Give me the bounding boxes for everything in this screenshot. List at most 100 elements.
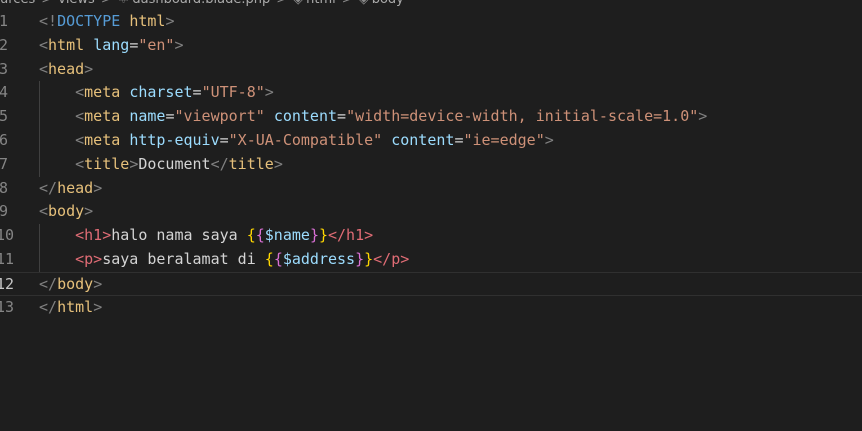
code-token: <h1> (75, 226, 112, 245)
code-token: { (255, 226, 265, 245)
code-token: meta (84, 130, 121, 149)
code-token: charset (129, 83, 193, 102)
code-token: } (355, 249, 365, 268)
code-token: content (391, 130, 455, 149)
code-lines[interactable]: 1 <!DOCTYPE html> 2 <html lang="en"> 3 <head>… (0, 10, 862, 319)
code-token: } (318, 226, 328, 245)
code-token: title (84, 154, 130, 173)
code-token: <p> (75, 249, 103, 268)
code-token: = (337, 107, 347, 126)
code-content: <h1>halo nama saya {{$name}}</h1> (39, 224, 373, 248)
line-number: 5 (0, 107, 8, 126)
code-token: > (84, 59, 94, 78)
line-number: 11 (0, 249, 15, 268)
code-token: "viewport" (174, 107, 265, 126)
code-token: < (75, 83, 85, 102)
code-token: "X-UA-Compatible" (228, 130, 383, 149)
code-line[interactable]: 10 <h1>halo nama saya {{$name}}</h1> (0, 224, 862, 248)
code-token: < (75, 107, 85, 126)
code-token: > (698, 107, 708, 126)
code-token: </ (39, 297, 58, 316)
code-line[interactable]: 5 <meta name="viewport" content="width=d… (0, 105, 862, 129)
code-token: body (57, 274, 94, 293)
code-token: "UTF-8" (201, 83, 265, 102)
code-content: <body> (39, 200, 93, 224)
code-content: <head> (39, 58, 93, 82)
code-content: <p>saya beralamat di {{$address}}</p> (39, 248, 409, 272)
code-token: > (93, 178, 103, 197)
code-content: <meta http-equiv="X-UA-Compatible" conte… (39, 129, 554, 153)
breadcrumb-item[interactable]: urces (0, 0, 35, 7)
code-line[interactable]: 12 </body> (0, 271, 862, 297)
symbol-structure-icon: ◈ (293, 0, 303, 7)
code-token: </ (210, 154, 229, 173)
code-content: <meta charset="UTF-8"> (39, 81, 274, 105)
code-line[interactable]: 1 <!DOCTYPE html> (0, 10, 862, 34)
code-token: <! (39, 12, 58, 30)
code-token: > (264, 83, 274, 102)
breadcrumb-item[interactable]: html (306, 0, 336, 7)
code-editor[interactable]: urces>views>⚛dashboard.blade.php>◈html>◈… (0, 0, 862, 431)
code-token: > (544, 130, 554, 149)
line-number: 9 (0, 202, 8, 221)
code-token: meta (84, 83, 121, 102)
code-token: name (129, 107, 166, 126)
code-token: halo nama saya (111, 226, 247, 245)
code-token: head (57, 178, 94, 197)
code-line[interactable]: 6 <meta http-equiv="X-UA-Compatible" con… (0, 128, 862, 153)
code-content: </html> (39, 296, 102, 320)
code-token: > (84, 202, 94, 221)
code-line[interactable]: 8 </head> (0, 177, 862, 201)
code-token: "width=device-width, initial-scale=1.0" (346, 107, 699, 126)
code-token: = (192, 83, 202, 102)
code-token: < (75, 130, 85, 149)
code-token: "en" (138, 35, 175, 54)
code-content: <title>Document</title> (39, 153, 283, 177)
code-token: > (165, 12, 175, 30)
code-token: </p> (373, 249, 410, 268)
code-token: } (364, 249, 374, 268)
code-token: $address (282, 249, 356, 268)
code-content: </body> (39, 273, 102, 297)
code-token: { (264, 249, 274, 268)
code-line[interactable]: 7 <title>Document</title> (0, 152, 862, 177)
breadcrumb-item[interactable]: dashboard.blade.php (132, 0, 270, 7)
code-token: body (48, 202, 85, 221)
code-token: < (75, 154, 85, 173)
code-line[interactable]: 3 <head> (0, 58, 862, 82)
symbol-structure-icon: ◈ (359, 0, 369, 7)
line-number: 13 (0, 297, 15, 316)
code-token: } (309, 226, 319, 245)
code-token: html (48, 35, 85, 54)
code-token: DOCTYPE (57, 12, 121, 30)
line-number: 8 (0, 178, 8, 197)
code-content: </head> (39, 177, 102, 201)
code-token: > (174, 35, 184, 54)
code-line[interactable]: 13 </html> (0, 296, 862, 320)
code-line[interactable]: 2 <html lang="en"> (0, 34, 862, 58)
code-token: { (246, 226, 256, 245)
line-number: 2 (0, 35, 8, 54)
breadcrumb-item[interactable]: body (372, 0, 404, 7)
code-token: > (129, 154, 139, 173)
code-token: Document (138, 154, 211, 173)
blade-file-icon: ⚛ (118, 0, 130, 7)
line-number: 6 (0, 130, 8, 149)
code-line[interactable]: 4 <meta charset="UTF-8"> (0, 81, 862, 106)
breadcrumb-separator: > (41, 0, 52, 7)
line-number: 3 (0, 59, 8, 78)
code-token: = (129, 35, 139, 54)
breadcrumb-item[interactable]: views (58, 0, 95, 7)
code-token: = (219, 130, 229, 149)
breadcrumb: urces>views>⚛dashboard.blade.php>◈html>◈… (0, 0, 404, 9)
code-token: html (129, 12, 166, 30)
code-line[interactable]: 11 <p>saya beralamat di {{$address}}</p> (0, 247, 862, 272)
code-line[interactable]: 9 <body> (0, 200, 862, 224)
breadcrumb-separator: > (276, 0, 287, 7)
code-token: meta (84, 107, 121, 126)
code-token: < (39, 35, 49, 54)
